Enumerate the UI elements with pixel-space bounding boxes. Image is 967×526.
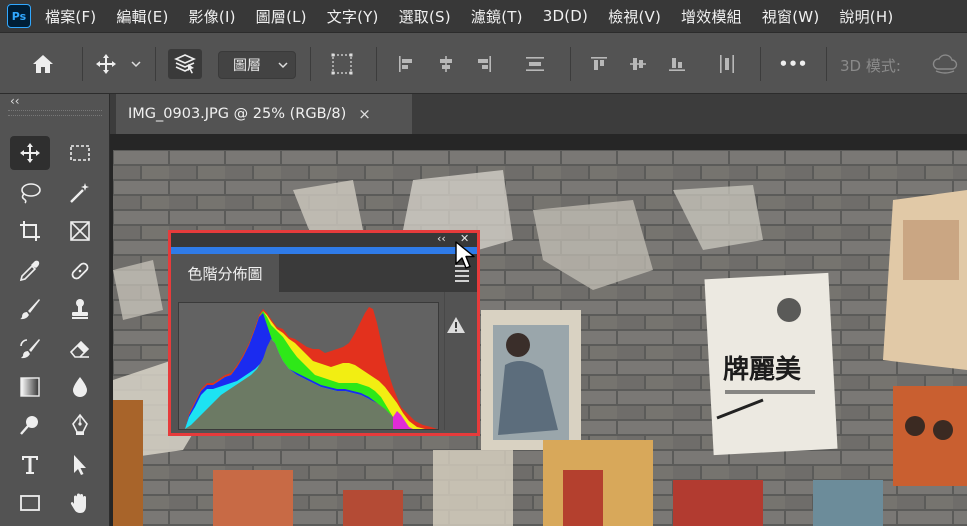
pen-tool-button[interactable] — [60, 408, 100, 442]
eraser-icon — [69, 340, 90, 358]
more-options-button[interactable]: ••• — [776, 51, 810, 77]
menu-image[interactable]: 影像(I) — [189, 6, 236, 27]
tab-histogram[interactable]: 色階分佈圖 — [171, 254, 279, 292]
auto-select-target-dropdown[interactable]: 圖層 — [218, 51, 296, 79]
eraser-tool-button[interactable] — [60, 332, 100, 366]
rectangle-tool-button[interactable] — [10, 486, 50, 520]
3d-mode-label: 3D 模式: — [840, 57, 901, 75]
histogram-panel[interactable]: ‹‹ ✕ 色階分佈圖 — [168, 230, 480, 436]
eyedropper-icon — [19, 260, 40, 282]
move-tool-icon[interactable] — [92, 51, 120, 77]
gradient-tool-button[interactable] — [10, 370, 50, 404]
magic-wand-icon — [70, 183, 89, 203]
menu-view[interactable]: 檢視(V) — [608, 6, 661, 27]
tools-panel: ‹‹ — [0, 94, 110, 526]
frame-icon — [70, 221, 90, 241]
history-brush-icon — [20, 339, 40, 359]
histogram-panel-titlebar[interactable]: ‹‹ ✕ — [171, 232, 477, 247]
transform-controls-icon[interactable] — [328, 51, 356, 77]
document-tab-title: IMG_0903.JPG @ 25% (RGB/8) — [128, 106, 347, 122]
histogram-graph — [178, 302, 439, 430]
eyedropper-tool-button[interactable] — [10, 254, 50, 288]
move-tool-button[interactable] — [10, 136, 50, 170]
tools-panel-grip[interactable] — [8, 110, 102, 116]
stamp-icon — [72, 299, 88, 319]
hand-tool-button[interactable] — [60, 486, 100, 520]
brush-tool-button[interactable] — [10, 292, 50, 326]
auto-select-target-value: 圖層 — [233, 58, 261, 74]
crop-icon — [20, 221, 40, 241]
history-brush-tool-button[interactable] — [10, 332, 50, 366]
align-horizontal-center-icon[interactable] — [434, 51, 458, 77]
dodge-tool-button[interactable] — [10, 408, 50, 442]
align-bottom-icon[interactable] — [665, 51, 689, 77]
auto-select-icon[interactable] — [168, 49, 202, 79]
distribute-horizontal-icon[interactable] — [715, 51, 739, 77]
path-selection-tool-button[interactable] — [60, 448, 100, 482]
document-tab[interactable]: IMG_0903.JPG @ 25% (RGB/8) × — [116, 94, 412, 134]
menu-select[interactable]: 選取(S) — [399, 6, 451, 27]
marquee-tool-button[interactable] — [60, 136, 100, 170]
hand-icon — [70, 493, 86, 513]
gradient-icon — [20, 377, 40, 397]
align-vertical-center-icon[interactable] — [626, 51, 650, 77]
menu-file[interactable]: 檔案(F) — [45, 6, 96, 27]
blur-tool-button[interactable] — [60, 370, 100, 404]
3d-orbit-icon[interactable] — [930, 51, 960, 77]
lasso-icon — [21, 183, 41, 204]
photoshop-logo[interactable]: Ps — [7, 4, 31, 28]
rectangular-marquee-icon — [70, 145, 90, 161]
bandage-icon — [71, 262, 89, 280]
document-tab-strip: IMG_0903.JPG @ 25% (RGB/8) × — [110, 94, 967, 134]
tools-collapse-button[interactable]: ‹‹ — [10, 94, 20, 108]
svg-text:牌麗美: 牌麗美 — [723, 354, 801, 385]
menu-help[interactable]: 說明(H) — [839, 6, 893, 27]
brush-icon — [20, 299, 40, 320]
cursor-arrow-icon — [74, 455, 86, 475]
document-tab-close-button[interactable]: × — [358, 105, 371, 123]
menu-window[interactable]: 視窗(W) — [762, 6, 820, 27]
histogram-panel-side-strip — [444, 292, 474, 430]
menu-bar: Ps 檔案(F) 編輯(E) 影像(I) 圖層(L) 文字(Y) 選取(S) 濾… — [0, 0, 967, 32]
align-top-icon[interactable] — [587, 51, 611, 77]
warning-icon[interactable] — [446, 315, 466, 335]
align-right-icon[interactable] — [472, 51, 496, 77]
histogram-panel-tabs: 色階分佈圖 — [171, 254, 477, 292]
clone-stamp-tool-button[interactable] — [60, 292, 100, 326]
frame-tool-button[interactable] — [60, 214, 100, 248]
mouse-cursor-icon — [454, 240, 476, 270]
lasso-tool-button[interactable] — [10, 176, 50, 210]
histogram-collapse-button[interactable]: ‹‹ — [437, 232, 446, 245]
menu-type[interactable]: 文字(Y) — [327, 6, 379, 27]
crop-tool-button[interactable] — [10, 214, 50, 248]
align-left-icon[interactable] — [394, 51, 418, 77]
menu-plugins[interactable]: 增效模組 — [681, 6, 742, 27]
menu-3d[interactable]: 3D(D) — [543, 7, 588, 25]
options-bar: 圖層 ••• 3D 模式: — [0, 32, 967, 94]
pen-icon — [72, 413, 88, 435]
home-icon[interactable] — [28, 51, 58, 77]
move-icon — [20, 143, 40, 163]
type-icon — [22, 456, 38, 474]
histogram-panel-drag-highlight — [171, 247, 477, 254]
menu-layer[interactable]: 圖層(L) — [256, 6, 307, 27]
move-tool-chevron-down-icon[interactable] — [128, 51, 144, 77]
healing-brush-tool-button[interactable] — [60, 254, 100, 288]
type-tool-button[interactable] — [10, 448, 50, 482]
magic-wand-tool-button[interactable] — [60, 176, 100, 210]
distribute-vertical-icon[interactable] — [522, 51, 548, 77]
dodge-icon — [20, 416, 38, 435]
rectangle-icon — [20, 495, 40, 511]
menu-edit[interactable]: 編輯(E) — [116, 6, 168, 27]
water-drop-icon — [73, 377, 87, 397]
menu-filter[interactable]: 濾鏡(T) — [471, 6, 523, 27]
